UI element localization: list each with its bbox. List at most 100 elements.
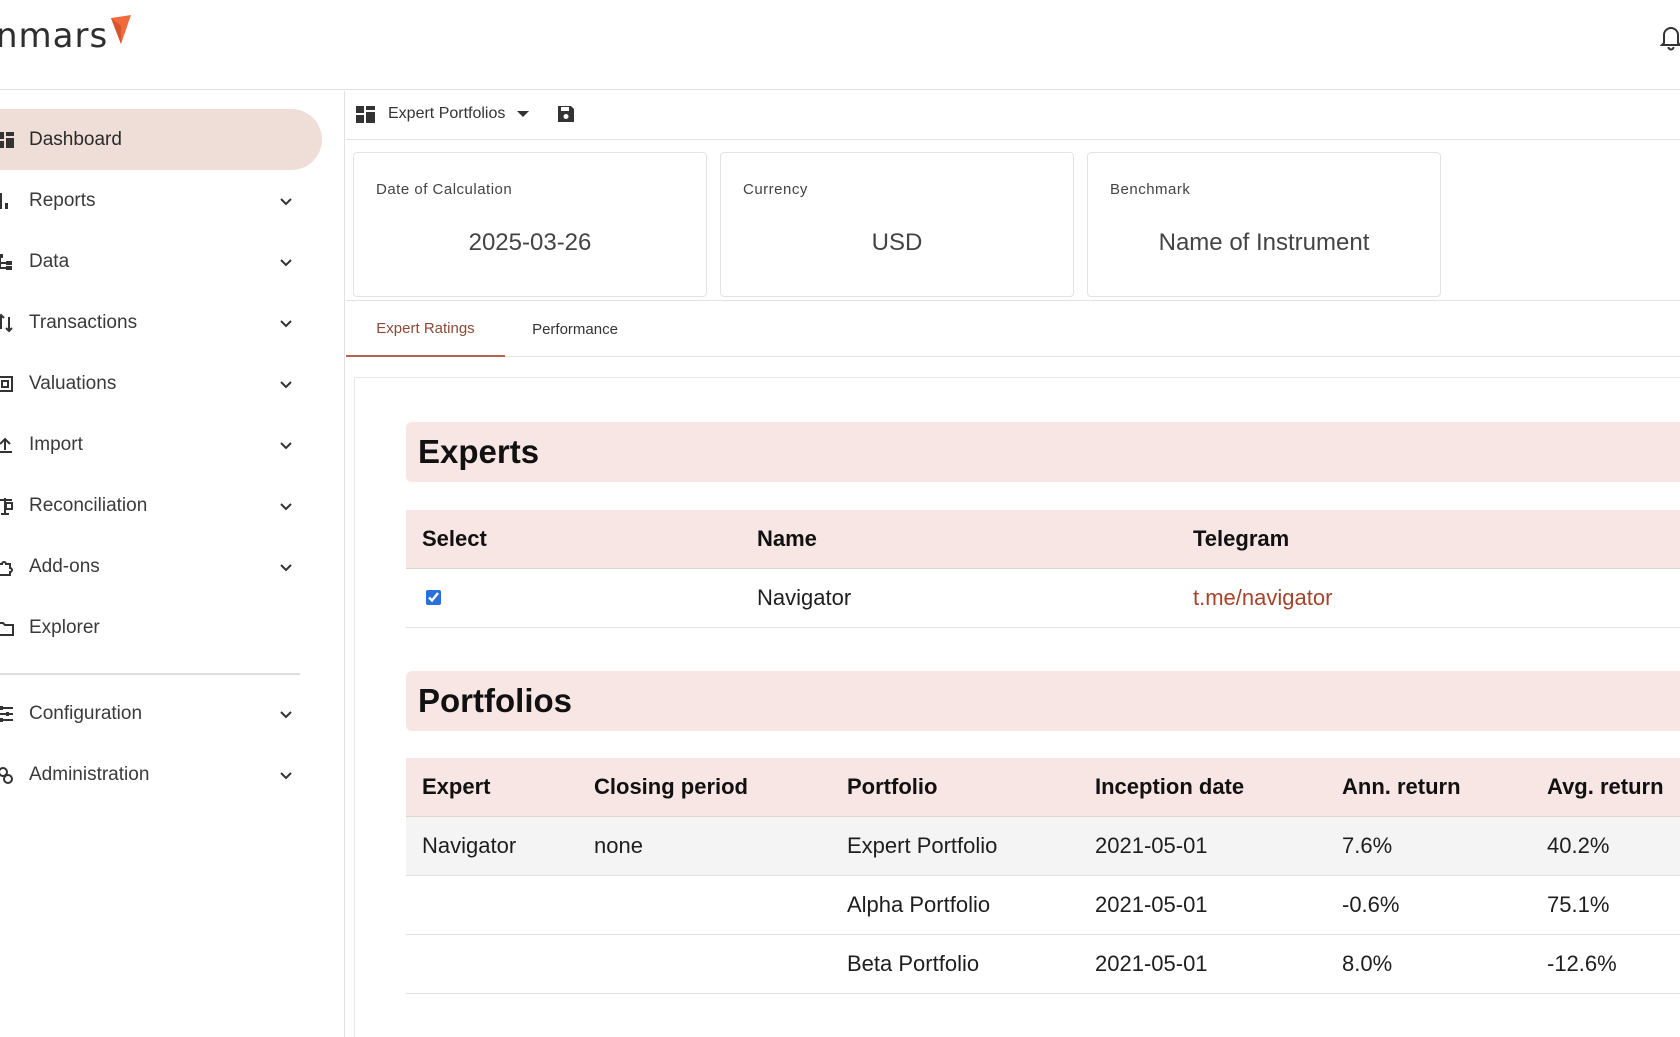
summary-cards: Date of Calculation 2025-03-26 Currency … [346,141,1680,301]
cell-expert [406,875,578,935]
column-header: Select [406,510,741,569]
sidebar-item-explorer[interactable]: Explorer [0,597,322,658]
cell-expert: Navigator [406,816,578,876]
cell-avg-return: 75.1% [1531,875,1680,935]
cell-closing-period [578,934,831,994]
cell-avg-return: 40.2% [1531,816,1680,876]
card-value: USD [871,229,923,256]
card-currency: Currency USD [720,152,1074,297]
cell-portfolio: Expert Portfolio [831,816,1079,876]
sidebar-item-label: Import [29,433,83,455]
chevron-down-icon [280,563,292,571]
sidebar-item-configuration[interactable]: Configuration [0,683,322,744]
layout-grid-icon [356,106,375,123]
sidebar-item-administration[interactable]: Administration [0,744,322,805]
expert-name: Navigator [741,568,1177,628]
tab-performance[interactable]: Performance [505,301,645,357]
sidebar-item-label: Reports [29,189,96,211]
cell-avg-return: -12.6% [1531,934,1680,994]
logo-mark-icon [111,15,132,44]
sidebar-item-label: Transactions [29,311,138,333]
app-logo[interactable]: nmars [0,15,132,56]
tab-expert-ratings[interactable]: Expert Ratings [346,301,505,357]
save-icon[interactable] [557,105,575,123]
puzzle-icon [0,560,13,576]
card-value: 2025-03-26 [468,229,592,256]
sidebar-item-valuations[interactable]: Valuations [0,353,322,414]
table-row: Navigator t.me/navigator [406,568,1680,628]
sidebar-item-reports[interactable]: Reports [0,170,322,231]
dashboard-icon [0,131,14,148]
dashboard-selector[interactable]: Expert Portfolios [388,105,530,123]
telegram-cell: t.me/navigator [1177,568,1680,628]
swap-vertical-icon [0,313,13,332]
card-value: Name of Instrument [1158,229,1370,256]
sidebar-item-label: Add-ons [29,555,100,577]
card-label: Currency [743,181,808,198]
cell-inception-date: 2021-05-01 [1079,934,1326,994]
dashboard-toolbar: Expert Portfolios [346,91,1680,140]
sidebar-item-reconciliation[interactable]: Reconciliation [0,475,322,536]
chevron-down-icon [280,771,292,779]
sidebar-item-add-ons[interactable]: Add-ons [0,536,322,597]
table-header-row: Expert Closing period Portfolio Inceptio… [406,758,1680,817]
cell-inception-date: 2021-05-01 [1079,816,1326,876]
dashboard-title: Expert Portfolios [388,105,506,122]
chevron-down-icon [280,441,292,449]
column-header: Telegram [1177,510,1680,569]
column-header: Expert [406,758,578,817]
sidebar-item-label: Reconciliation [29,494,148,516]
card-date-of-calculation: Date of Calculation 2025-03-26 [353,152,707,297]
cell-ann-return: 8.0% [1326,934,1531,994]
balance-icon [0,497,13,515]
column-header: Inception date [1079,758,1326,817]
cell-closing-period: none [578,816,831,876]
telegram-link[interactable]: t.me/navigator [1193,585,1332,610]
column-header: Portfolio [831,758,1079,817]
table-row[interactable]: Alpha Portfolio 2021-05-01 -0.6% 75.1% [406,875,1680,935]
top-bar: nmars [0,0,1680,90]
bar-chart-icon [0,192,8,209]
card-benchmark: Benchmark Name of Instrument [1087,152,1441,297]
expert-ratings-panel: Experts Select Name Telegram Navigator t… [354,377,1680,1037]
card-label: Date of Calculation [376,181,513,198]
chevron-down-icon [280,380,292,388]
sidebar: Dashboard Reports Data Transactions Valu… [0,91,345,1037]
table-row[interactable]: Navigator none Expert Portfolio 2021-05-… [406,816,1680,876]
logo-text: nmars [0,16,109,56]
cell-inception-date: 2021-05-01 [1079,875,1326,935]
cell-ann-return: -0.6% [1326,875,1531,935]
select-cell [406,568,741,628]
tab-bar: Expert Ratings Performance [346,301,1680,357]
portfolios-heading: Portfolios [406,671,1680,731]
table-row[interactable]: Beta Portfolio 2021-05-01 8.0% -12.6% [406,934,1680,994]
chevron-down-icon [280,710,292,718]
sidebar-item-transactions[interactable]: Transactions [0,292,322,353]
card-label: Benchmark [1110,181,1191,198]
sidebar-item-label: Explorer [29,616,100,638]
chevron-down-icon [280,197,292,205]
notifications-bell-icon[interactable] [1656,22,1680,52]
table-header-row: Select Name Telegram [406,510,1680,569]
portfolios-table: Expert Closing period Portfolio Inceptio… [406,758,1680,994]
column-header: Name [741,510,1177,569]
sidebar-item-label: Administration [29,763,150,785]
sidebar-item-data[interactable]: Data [0,231,322,292]
experts-table: Select Name Telegram Navigator t.me/navi… [406,510,1680,628]
cell-portfolio: Beta Portfolio [831,934,1079,994]
chevron-down-icon [280,258,292,266]
select-expert-checkbox[interactable] [426,589,441,605]
admin-gear-icon [0,766,13,784]
sidebar-item-import[interactable]: Import [0,414,322,475]
sidebar-item-label: Valuations [29,372,117,394]
sidebar-item-dashboard[interactable]: Dashboard [0,109,322,170]
sidebar-divider [0,673,300,675]
cell-expert [406,934,578,994]
experts-heading: Experts [406,422,1680,482]
caret-down-icon [517,111,530,117]
main-content: Expert Portfolios Date of Calculation 20… [346,91,1680,1037]
cell-ann-return: 7.6% [1326,816,1531,876]
sidebar-item-label: Dashboard [29,128,122,150]
chevron-down-icon [280,319,292,327]
column-header: Ann. return [1326,758,1531,817]
